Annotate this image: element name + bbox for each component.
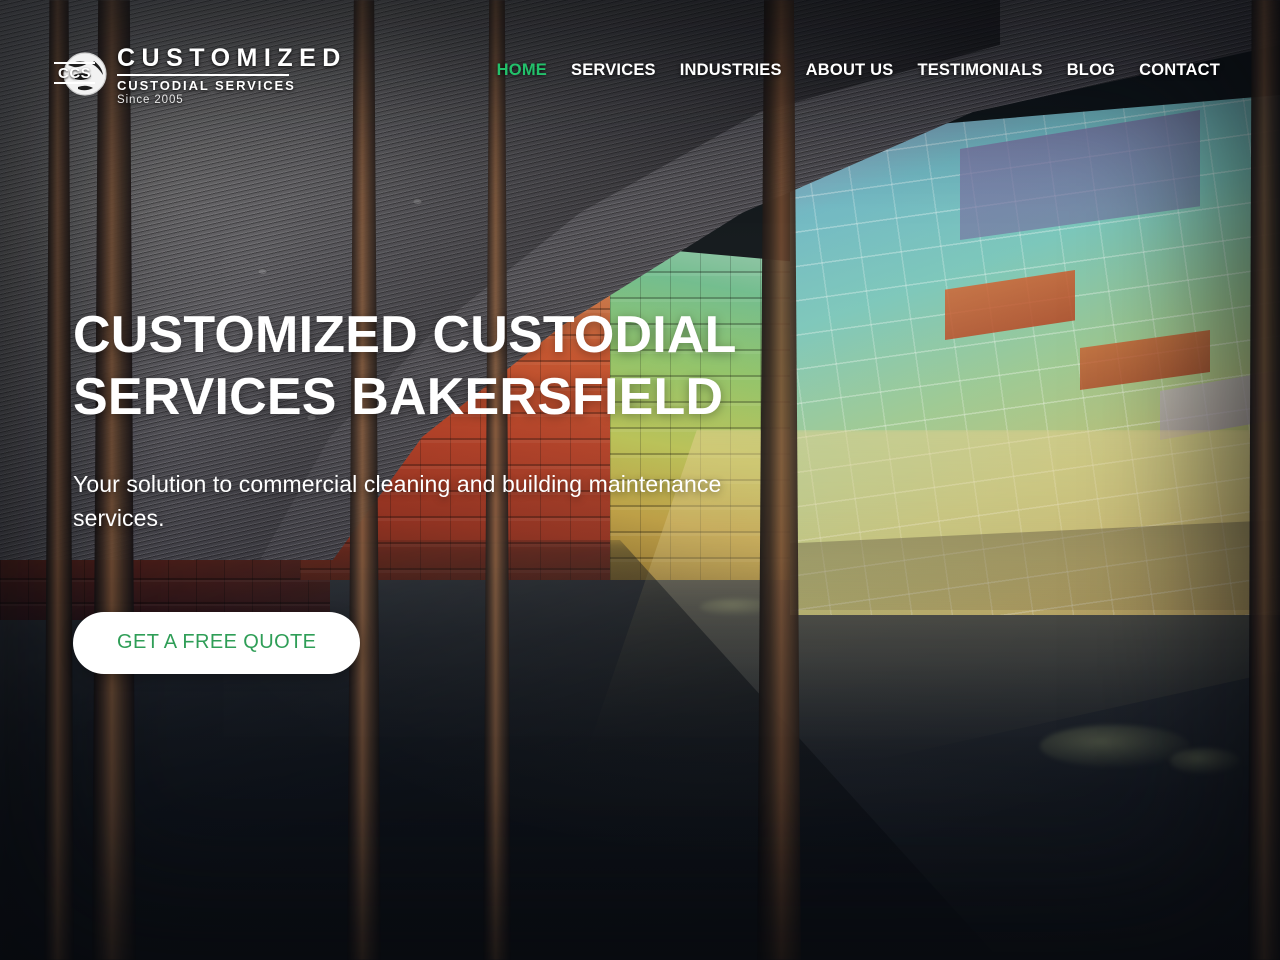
floor-darkening — [0, 660, 1280, 960]
brand-divider — [117, 74, 289, 76]
nav-item-blog[interactable]: BLOG — [1055, 61, 1127, 80]
ccs-badge-text: CCS — [54, 62, 96, 85]
globe-icon: CCS — [54, 47, 110, 103]
floor-puddle — [1040, 725, 1190, 767]
main-navigation: HOME SERVICES INDUSTRIES ABOUT US TESTIM… — [485, 61, 1232, 80]
ceiling-light-fixture — [258, 268, 267, 274]
foreground-column — [44, 0, 74, 960]
brand-line-custodial-services: CUSTODIAL SERVICES — [117, 78, 296, 93]
hero-content: CUSTOMIZED CUSTODIAL SERVICES BAKERSFIEL… — [73, 305, 803, 674]
nav-item-contact[interactable]: CONTACT — [1127, 61, 1232, 80]
hero-subheading: Your solution to commercial cleaning and… — [73, 470, 722, 532]
nav-item-services[interactable]: SERVICES — [559, 61, 668, 80]
brand-wordmark: CUSTOMIZED CUSTODIAL SERVICES Since 2005 — [117, 44, 347, 107]
foreground-column — [1248, 0, 1280, 960]
brand-line-since: Since 2005 — [117, 94, 184, 106]
floor-puddle — [1170, 748, 1240, 774]
ceiling-light-fixture — [413, 198, 422, 204]
hero-heading: CUSTOMIZED CUSTODIAL SERVICES BAKERSFIEL… — [73, 306, 736, 426]
get-a-free-quote-button[interactable]: GET A FREE QUOTE — [73, 611, 361, 674]
site-header: CCS CUSTOMIZED CUSTODIAL SERVICES Since … — [0, 0, 1280, 136]
curtain-wall-base-shadow — [790, 520, 1280, 610]
curtain-wall-reflection — [1160, 370, 1280, 440]
glass-curtain-wall — [790, 95, 1280, 615]
curtain-wall-reflection — [1080, 330, 1210, 390]
nav-item-about-us[interactable]: ABOUT US — [794, 61, 906, 80]
brand-logo[interactable]: CCS CUSTOMIZED CUSTODIAL SERVICES Since … — [54, 44, 347, 107]
nav-item-home[interactable]: HOME — [485, 61, 559, 80]
hero-section: CCS CUSTOMIZED CUSTODIAL SERVICES Since … — [0, 0, 1280, 960]
nav-item-testimonials[interactable]: TESTIMONIALS — [905, 61, 1054, 80]
nav-item-industries[interactable]: INDUSTRIES — [668, 61, 794, 80]
curtain-wall-reflection — [945, 270, 1075, 340]
brand-line-customized: CUSTOMIZED — [117, 44, 347, 72]
